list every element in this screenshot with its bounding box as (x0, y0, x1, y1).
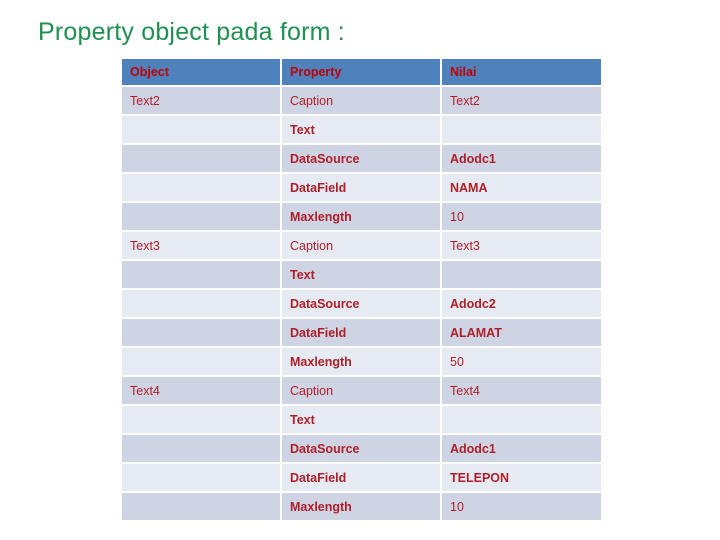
cell-object (122, 145, 280, 172)
cell-property: DataField (282, 174, 440, 201)
slide-canvas: Property object pada form : Object Prope… (0, 0, 720, 540)
cell-property: Maxlength (282, 203, 440, 230)
table-row: DataSource Adodc1 (122, 145, 601, 172)
table-row: Text (122, 406, 601, 433)
cell-nilai (442, 116, 601, 143)
cell-property: Maxlength (282, 348, 440, 375)
table-row: DataField ALAMAT (122, 319, 601, 346)
cell-property: Caption (282, 232, 440, 259)
cell-object (122, 290, 280, 317)
cell-object (122, 406, 280, 433)
cell-nilai: 10 (442, 493, 601, 520)
cell-nilai: Text4 (442, 377, 601, 404)
column-header-nilai: Nilai (442, 59, 601, 85)
table-header: Object Property Nilai (122, 59, 601, 85)
table-body: Text2 Caption Text2 Text DataSource Adodc1 Dat… (122, 87, 601, 520)
table-row: Text2 Caption Text2 (122, 87, 601, 114)
column-header-object: Object (122, 59, 280, 85)
cell-nilai: Adodc1 (442, 435, 601, 462)
cell-nilai: 10 (442, 203, 601, 230)
cell-object: Text4 (122, 377, 280, 404)
cell-property: DataSource (282, 435, 440, 462)
table-row: DataField NAMA (122, 174, 601, 201)
cell-property: Caption (282, 377, 440, 404)
cell-property: Caption (282, 87, 440, 114)
page-title: Property object pada form : (38, 18, 345, 46)
cell-property: DataField (282, 319, 440, 346)
table-row: Maxlength 50 (122, 348, 601, 375)
table-row: Maxlength 10 (122, 203, 601, 230)
cell-nilai (442, 261, 601, 288)
table-row: Text4 Caption Text4 (122, 377, 601, 404)
cell-nilai (442, 406, 601, 433)
cell-nilai: NAMA (442, 174, 601, 201)
cell-object (122, 174, 280, 201)
cell-object (122, 319, 280, 346)
cell-nilai: ALAMAT (442, 319, 601, 346)
table-row: DataSource Adodc1 (122, 435, 601, 462)
column-header-property: Property (282, 59, 440, 85)
cell-nilai: Text3 (442, 232, 601, 259)
cell-object (122, 464, 280, 491)
cell-object (122, 261, 280, 288)
cell-object: Text2 (122, 87, 280, 114)
cell-property: DataField (282, 464, 440, 491)
cell-object (122, 435, 280, 462)
table-row: Text3 Caption Text3 (122, 232, 601, 259)
cell-nilai: Adodc2 (442, 290, 601, 317)
cell-property: DataSource (282, 145, 440, 172)
cell-nilai: Text2 (442, 87, 601, 114)
cell-property: Text (282, 261, 440, 288)
cell-object (122, 116, 280, 143)
table-row: DataField TELEPON (122, 464, 601, 491)
cell-nilai: 50 (442, 348, 601, 375)
cell-nilai: Adodc1 (442, 145, 601, 172)
cell-property: Text (282, 116, 440, 143)
cell-object: Text3 (122, 232, 280, 259)
cell-object (122, 493, 280, 520)
table-row: Text (122, 116, 601, 143)
cell-object (122, 348, 280, 375)
cell-property: DataSource (282, 290, 440, 317)
cell-object (122, 203, 280, 230)
cell-property: Text (282, 406, 440, 433)
property-object-table: Object Property Nilai Text2 Caption Text2 T… (120, 57, 603, 522)
table-row: Text (122, 261, 601, 288)
cell-nilai: TELEPON (442, 464, 601, 491)
table-row: DataSource Adodc2 (122, 290, 601, 317)
cell-property: Maxlength (282, 493, 440, 520)
table-row: Maxlength 10 (122, 493, 601, 520)
table-header-row: Object Property Nilai (122, 59, 601, 85)
